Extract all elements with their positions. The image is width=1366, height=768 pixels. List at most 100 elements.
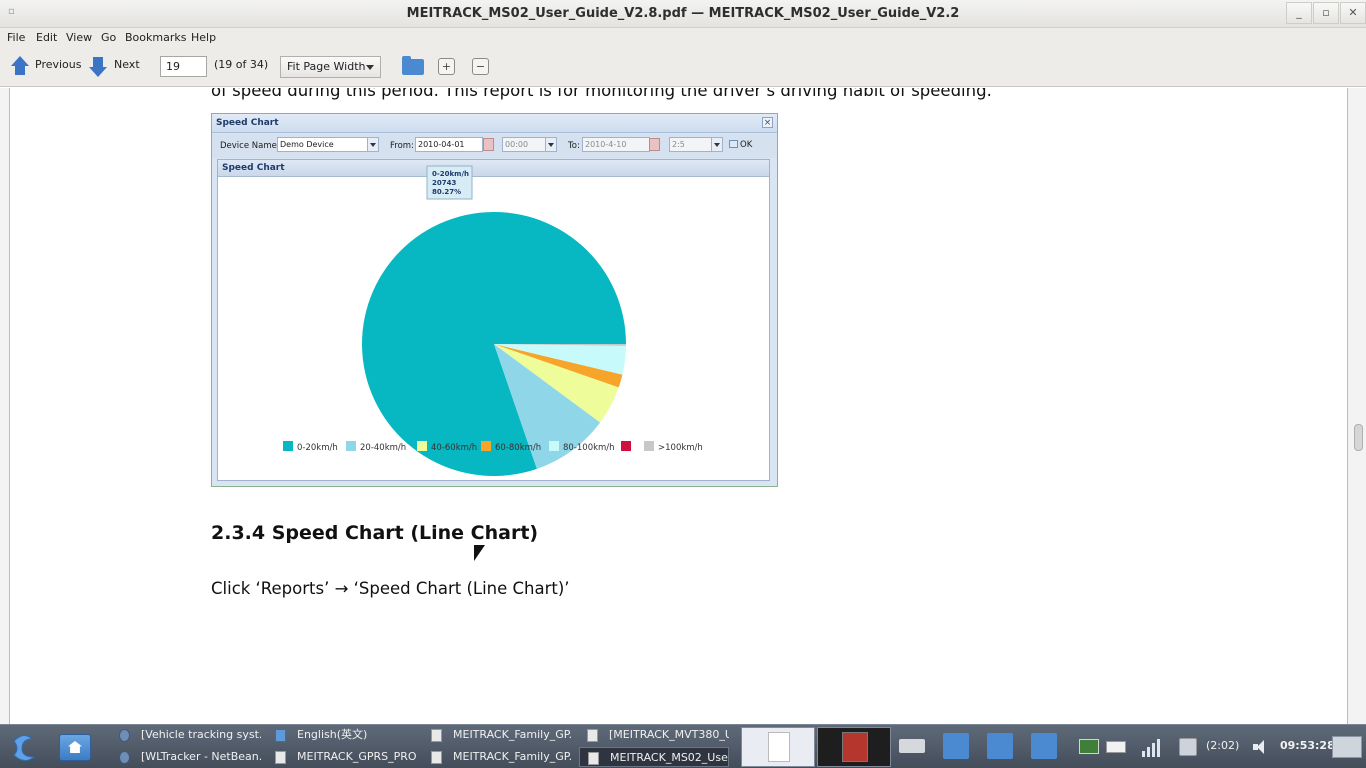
network-monitor-icon[interactable] bbox=[1079, 739, 1099, 754]
arrow-down-icon bbox=[89, 67, 107, 77]
document-icon bbox=[431, 751, 442, 764]
scrollbar-thumb[interactable] bbox=[1354, 424, 1363, 451]
menu-go[interactable]: Go bbox=[101, 31, 116, 44]
home-folder-icon[interactable] bbox=[59, 734, 91, 761]
calendar-icon bbox=[649, 138, 660, 151]
page-thumbnail-icon bbox=[768, 732, 790, 762]
folder-icon[interactable] bbox=[943, 733, 969, 759]
ok-button: OK bbox=[729, 140, 752, 150]
chevron-down-icon bbox=[367, 137, 379, 152]
legend-label: 60-80km/h bbox=[495, 443, 541, 453]
pie-slices bbox=[362, 212, 626, 476]
signal-icon[interactable] bbox=[1142, 737, 1160, 757]
menu-edit[interactable]: Edit bbox=[36, 31, 57, 44]
page-number-input[interactable]: 19 bbox=[160, 56, 207, 77]
to-label: To: bbox=[568, 141, 580, 151]
from-date-field: 2010-04-01 bbox=[415, 137, 483, 152]
speed-chart-panel: Speed Chart 0-20km/h 20743 80.27% 0-20km… bbox=[217, 159, 770, 481]
taskbar: [Vehicle tracking syst... English(英文) ME… bbox=[0, 724, 1366, 768]
legend-swatch bbox=[346, 441, 356, 451]
document-icon bbox=[431, 729, 442, 742]
calendar-icon bbox=[483, 138, 494, 151]
title-bar: ▫ MEITRACK_MS02_User_Guide_V2.8.pdf — ME… bbox=[0, 0, 1366, 28]
legend-label: 80-100km/h bbox=[563, 443, 615, 453]
close-icon: × bbox=[762, 117, 773, 128]
to-time-field: 2:5 bbox=[669, 137, 713, 152]
legend-label: 40-60km/h bbox=[431, 443, 477, 453]
chevron-down-icon bbox=[545, 137, 557, 152]
tooltip: 0-20km/h 20743 80.27% bbox=[426, 165, 473, 200]
start-menu-icon[interactable] bbox=[8, 733, 40, 763]
show-desktop-button[interactable] bbox=[1332, 736, 1362, 758]
left-gutter bbox=[0, 88, 10, 724]
legend-swatch bbox=[621, 441, 631, 451]
body-paragraph: of speed during this period. This report… bbox=[211, 88, 992, 100]
task-button[interactable]: MEITRACK_GPRS_PRO... bbox=[267, 747, 417, 767]
mouse-cursor bbox=[474, 545, 485, 561]
legend-label: 0-20km/h bbox=[297, 443, 338, 453]
folder-icon bbox=[275, 729, 286, 742]
open-folder-icon[interactable] bbox=[402, 56, 424, 75]
menu-view[interactable]: View bbox=[66, 31, 92, 44]
close-button[interactable]: ✕ bbox=[1340, 2, 1366, 24]
workspace-thumbnail[interactable] bbox=[741, 727, 815, 767]
clock: 09:53:28 bbox=[1280, 739, 1335, 752]
minimize-button[interactable]: _ bbox=[1286, 2, 1312, 24]
folder-icon[interactable] bbox=[1031, 733, 1057, 759]
globe-icon bbox=[119, 729, 130, 742]
window-title: MEITRACK_MS02_User_Guide_V2.8.pdf — MEIT… bbox=[406, 6, 960, 21]
task-button[interactable]: MEITRACK_Family_GP... bbox=[423, 725, 573, 745]
to-date-field: 2010-4-10 bbox=[582, 137, 650, 152]
screenshot-title: Speed Chart bbox=[216, 118, 279, 128]
legend-swatch bbox=[481, 441, 491, 451]
screenshot-filter-form: Device Name: Demo Device From: 2010-04-0… bbox=[212, 134, 777, 158]
legend-swatch bbox=[283, 441, 293, 451]
menu-bookmarks[interactable]: Bookmarks bbox=[125, 31, 186, 44]
chevron-down-icon bbox=[366, 65, 374, 70]
chevron-down-icon bbox=[711, 137, 723, 152]
zoom-in-button[interactable]: + bbox=[438, 58, 455, 75]
globe-icon bbox=[119, 751, 130, 764]
task-button[interactable]: English(英文) bbox=[267, 725, 417, 745]
folder-icon[interactable] bbox=[987, 733, 1013, 759]
document-icon bbox=[588, 752, 599, 765]
tooltip-percent: 80.27% bbox=[432, 188, 461, 196]
mail-icon[interactable] bbox=[1106, 741, 1126, 753]
vertical-scrollbar[interactable] bbox=[1347, 88, 1366, 724]
screenshot-title-bar: Speed Chart × bbox=[212, 114, 777, 133]
speed-chart-screenshot: Speed Chart × Device Name: Demo Device F… bbox=[211, 113, 778, 487]
maximize-button[interactable]: ▫ bbox=[1313, 2, 1339, 24]
pdf-viewer-window: ▫ MEITRACK_MS02_User_Guide_V2.8.pdf — ME… bbox=[0, 0, 1366, 768]
tooltip-count: 20743 bbox=[432, 179, 456, 187]
previous-label: Previous bbox=[35, 58, 82, 71]
legend-swatch bbox=[417, 441, 427, 451]
task-button[interactable]: [WLTracker - NetBean... bbox=[111, 747, 261, 767]
workspace-thumbnail[interactable] bbox=[817, 727, 891, 767]
drive-icon[interactable] bbox=[899, 739, 925, 753]
volume-icon[interactable] bbox=[1251, 739, 1269, 755]
arrow-up-icon bbox=[11, 56, 29, 66]
page-count: (19 of 34) bbox=[214, 58, 269, 71]
document-view[interactable]: of speed during this period. This report… bbox=[0, 88, 1366, 724]
from-label: From: bbox=[390, 141, 414, 151]
menu-file[interactable]: File bbox=[7, 31, 25, 44]
task-button-active[interactable]: MEITRACK_MS02_User... bbox=[579, 747, 729, 767]
menu-help[interactable]: Help bbox=[191, 31, 216, 44]
instruction-text: Click ‘Reports’ → ‘Speed Chart (Line Cha… bbox=[211, 579, 570, 598]
task-button[interactable]: [MEITRACK_MVT380_U... bbox=[579, 725, 729, 745]
book-cover-icon bbox=[842, 732, 868, 762]
toolbar: Previous Next 19 (19 of 34) Fit Page Wid… bbox=[0, 48, 1366, 87]
legend-swatch bbox=[549, 441, 559, 451]
task-button[interactable]: [Vehicle tracking syst... bbox=[111, 725, 261, 745]
ok-icon bbox=[729, 140, 738, 148]
tooltip-label: 0-20km/h bbox=[432, 170, 469, 178]
zoom-out-button[interactable]: − bbox=[472, 58, 489, 75]
document-icon bbox=[587, 729, 598, 742]
menu-bar: File Edit View Go Bookmarks Help bbox=[0, 28, 1366, 48]
zoom-select[interactable]: Fit Page Width bbox=[280, 56, 381, 78]
task-button[interactable]: MEITRACK_Family_GP... bbox=[423, 747, 573, 767]
zoom-value: Fit Page Width bbox=[287, 60, 366, 73]
battery-icon[interactable] bbox=[1179, 738, 1197, 756]
document-icon bbox=[275, 751, 286, 764]
battery-time: (2:02) bbox=[1206, 739, 1240, 752]
